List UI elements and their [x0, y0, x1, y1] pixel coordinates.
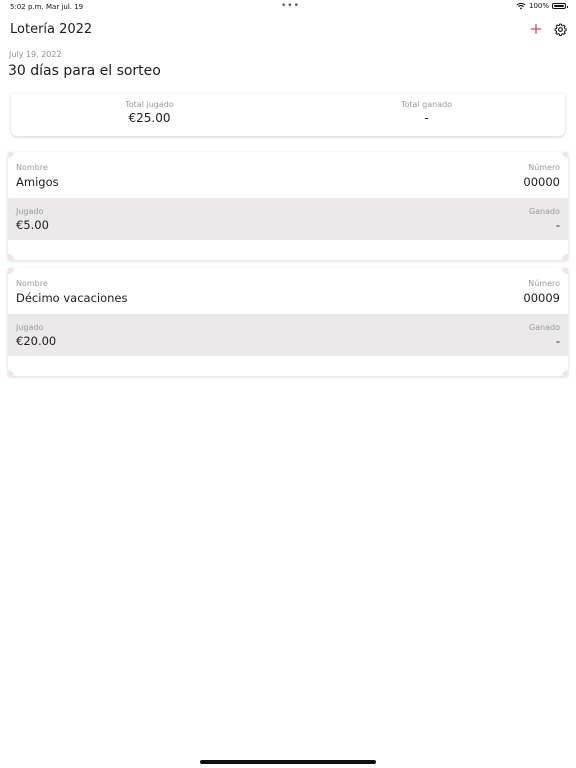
summary-card: Total jugado €25.00 Total ganado - [11, 94, 565, 136]
total-won-value: - [424, 111, 429, 125]
ticket-won-label: Ganado [528, 323, 560, 332]
battery-percent: 100% [528, 2, 549, 10]
ticket-played: €20.00 [16, 334, 57, 348]
status-date: Mar jul. 19 [46, 3, 84, 11]
countdown-title: 30 días para el sorteo [8, 63, 161, 79]
ticket-notch [562, 254, 568, 260]
page-title: Lotería 2022 [10, 22, 93, 37]
status-right: 100% [516, 2, 568, 10]
ticket-card[interactable]: Nombre Décimo vacaciones Número 00009 Ju… [8, 268, 568, 376]
status-bar: 5:02 p.m. Mar jul. 19 ••• 100% [0, 0, 576, 14]
total-played-value: €25.00 [128, 111, 171, 125]
settings-button[interactable] [554, 21, 568, 37]
ticket-won: - [555, 334, 560, 348]
ticket-notch [562, 370, 568, 376]
ticket-played: €5.00 [16, 218, 49, 232]
wifi-icon [516, 2, 526, 10]
ticket-name-label: Nombre [16, 279, 48, 288]
multitask-dots-icon[interactable]: ••• [281, 1, 300, 11]
plus-icon [531, 24, 541, 34]
gear-icon [554, 23, 567, 36]
ticket-number: 00000 [523, 175, 560, 189]
ticket-footer [8, 240, 568, 260]
total-played: Total jugado €25.00 [11, 100, 288, 125]
nav-bar: Lotería 2022 [0, 18, 576, 42]
add-ticket-button[interactable] [528, 19, 544, 39]
total-won-label: Total ganado [400, 100, 453, 109]
ticket-won: - [555, 218, 560, 232]
ticket-won-label: Ganado [528, 207, 560, 216]
ticket-footer [8, 356, 568, 376]
battery-icon [552, 3, 568, 9]
status-time: 5:02 p.m. [10, 3, 44, 11]
ticket-number: 00009 [523, 291, 560, 305]
ticket-number-label: Número [528, 279, 560, 288]
ticket-played-label: Jugado [16, 323, 44, 332]
ticket-name: Décimo vacaciones [16, 291, 128, 305]
ticket-amounts [8, 314, 568, 356]
total-played-label: Total jugado [125, 100, 174, 109]
home-indicator[interactable] [200, 760, 376, 764]
total-won: Total ganado - [288, 100, 565, 125]
ticket-amounts [8, 198, 568, 240]
ticket-header [8, 152, 568, 198]
ticket-number-label: Número [528, 163, 560, 172]
ticket-name: Amigos [16, 175, 59, 189]
ticket-played-label: Jugado [16, 207, 44, 216]
ticket-name-label: Nombre [16, 163, 48, 172]
ticket-card[interactable]: Nombre Amigos Número 00000 Jugado €5.00 … [8, 152, 568, 260]
draw-date: July 19, 2022 [9, 50, 62, 59]
